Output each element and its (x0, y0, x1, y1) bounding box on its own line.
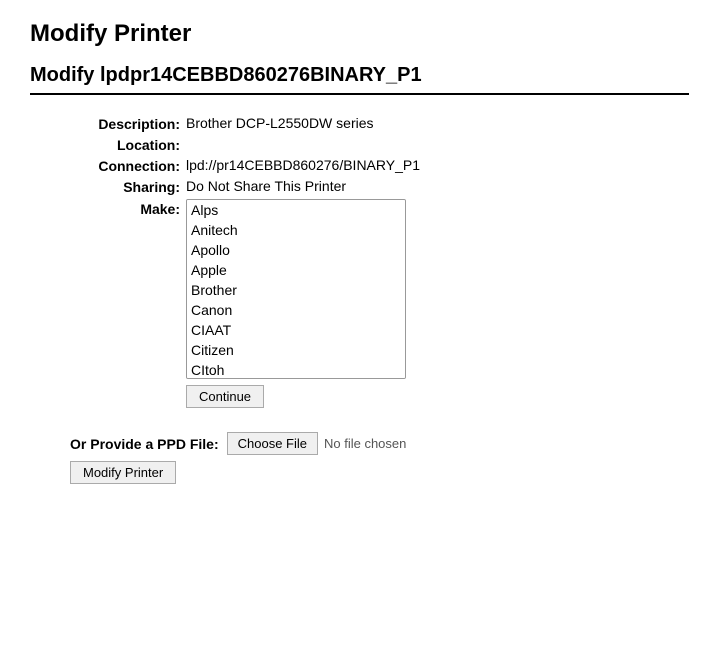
connection-value: lpd://pr14CEBBD860276/BINARY_P1 (186, 157, 420, 173)
description-value: Brother DCP-L2550DW series (186, 115, 374, 131)
description-label: Description: (70, 115, 180, 132)
location-row: Location: (70, 136, 689, 153)
make-select-container: AlpsAnitechApolloAppleBrotherCanonCIAATC… (186, 199, 406, 408)
printer-heading: Modify lpdpr14CEBBD860276BINARY_P1 (30, 64, 689, 95)
connection-label: Connection: (70, 157, 180, 174)
location-label: Location: (70, 136, 180, 153)
connection-row: Connection: lpd://pr14CEBBD860276/BINARY… (70, 157, 689, 174)
sharing-label: Sharing: (70, 178, 180, 195)
continue-button[interactable]: Continue (186, 385, 264, 408)
form-area: Description: Brother DCP-L2550DW series … (70, 115, 689, 484)
page-title: Modify Printer (30, 20, 689, 48)
ppd-label: Or Provide a PPD File: (70, 436, 219, 452)
ppd-row: Or Provide a PPD File: Choose File No fi… (70, 432, 406, 455)
ppd-section: Or Provide a PPD File: Choose File No fi… (70, 432, 689, 484)
sharing-value: Do Not Share This Printer (186, 178, 346, 194)
modify-printer-button[interactable]: Modify Printer (70, 461, 176, 484)
modify-printer-btn-row: Modify Printer (70, 461, 176, 484)
make-label: Make: (70, 199, 180, 217)
make-row: Make: AlpsAnitechApolloAppleBrotherCanon… (70, 199, 689, 408)
make-listbox[interactable]: AlpsAnitechApolloAppleBrotherCanonCIAATC… (186, 199, 406, 379)
ppd-file-area: Choose File No file chosen (227, 432, 407, 455)
sharing-row: Sharing: Do Not Share This Printer (70, 178, 689, 195)
choose-file-button[interactable]: Choose File (227, 432, 318, 455)
no-file-text: No file chosen (324, 436, 406, 451)
description-row: Description: Brother DCP-L2550DW series (70, 115, 689, 132)
